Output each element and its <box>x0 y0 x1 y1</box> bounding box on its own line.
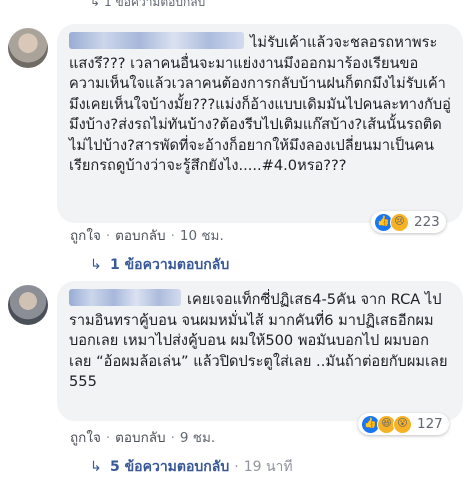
avatar[interactable] <box>8 28 48 68</box>
sad-icon: 😢 <box>390 212 409 232</box>
reply-link-label: 1 ข้อความตอบกลับ <box>104 0 206 9</box>
reply-arrow-icon: ↳ <box>90 0 101 9</box>
timestamp[interactable]: 9 ชม. <box>180 430 215 446</box>
view-replies-link[interactable]: ↳ 5 ข้อความตอบกลับ · 19 นาที <box>90 456 293 478</box>
comment-bubble: ไม่รับเค้าแล้วจะชลอรถหาพระแสงรึ??? เวลาค… <box>57 24 463 223</box>
reaction-summary[interactable]: 👍 😆 😮 127 <box>358 413 449 435</box>
wow-icon: 😮 <box>393 414 412 434</box>
timestamp[interactable]: 10 ชม. <box>180 228 224 244</box>
comment-bubble: เคยเจอแท็กซี่ปฏิเสธ4-5คัน จาก RCA ไป ราม… <box>57 281 463 421</box>
commenter-name-blurred[interactable] <box>69 32 244 49</box>
view-replies-link[interactable]: ↳ 1 ข้อความตอบกลับ <box>90 254 229 276</box>
comment-actions: ถูกใจ · ตอบกลับ · 9 ชม. <box>70 430 216 446</box>
reply-link[interactable]: ตอบกลับ <box>115 430 165 446</box>
replies-timestamp: 19 นาที <box>243 459 293 475</box>
reaction-count: 223 <box>414 214 440 230</box>
replies-label: 5 ข้อความตอบกลับ <box>110 459 230 475</box>
like-link[interactable]: ถูกใจ <box>70 228 101 244</box>
reply-arrow-icon: ↳ <box>90 257 102 273</box>
reply-arrow-icon: ↳ <box>90 459 102 475</box>
reaction-count: 127 <box>417 416 443 432</box>
avatar[interactable] <box>8 285 48 325</box>
comment-text: ไม่รับเค้าแล้วจะชลอรถหาพระแสงรึ??? เวลาค… <box>69 34 451 174</box>
reaction-summary[interactable]: 👍 😢 223 <box>371 211 446 233</box>
commenter-name-blurred[interactable] <box>69 289 181 306</box>
like-link[interactable]: ถูกใจ <box>70 430 101 446</box>
replies-label: 1 ข้อความตอบกลับ <box>110 257 230 273</box>
comment-actions: ถูกใจ · ตอบกลับ · 10 ชม. <box>70 228 224 244</box>
reply-link[interactable]: ตอบกลับ <box>115 228 165 244</box>
reply-link-partial[interactable]: ↳ 1 ข้อความตอบกลับ <box>90 0 205 12</box>
